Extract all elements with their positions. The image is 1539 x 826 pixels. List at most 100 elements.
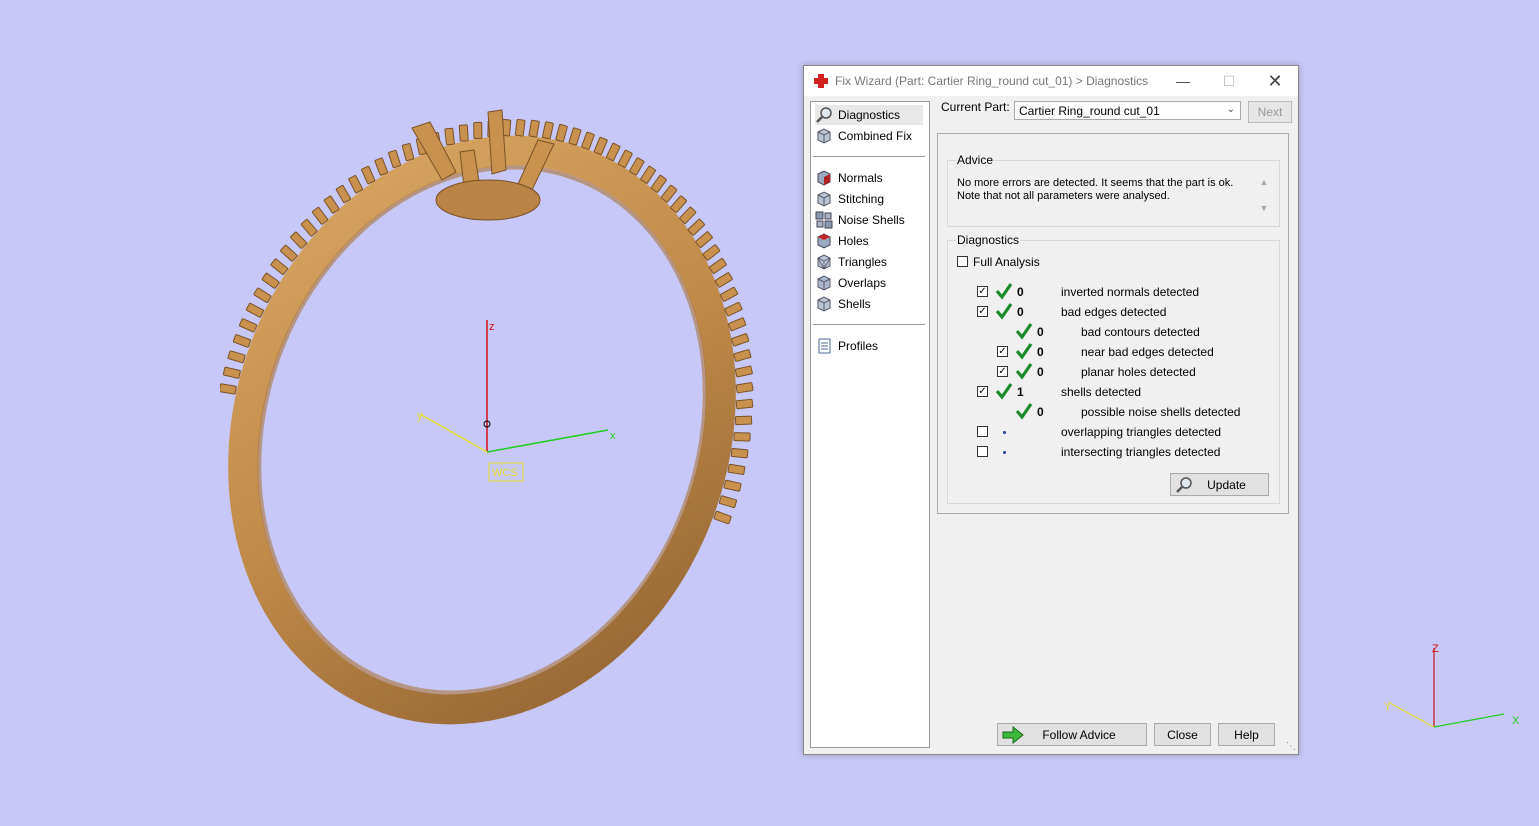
green-check-icon <box>995 283 1013 300</box>
green-check-icon <box>995 303 1013 320</box>
cube-icon <box>817 128 831 144</box>
nav-label: Diagnostics <box>838 108 901 122</box>
close-button[interactable]: Close <box>1154 723 1211 746</box>
ring-tooth <box>695 231 713 248</box>
bad-edges-checkbox[interactable]: ✓ <box>977 306 988 317</box>
nav-item-holes[interactable]: Holes <box>815 231 923 251</box>
title-bar[interactable]: Fix Wizard (Part: Cartier Ring_round cut… <box>804 66 1298 96</box>
ring-tooth <box>728 317 747 332</box>
nav-label: Combined Fix <box>838 129 913 143</box>
ring-tooth <box>679 206 697 224</box>
ring-tooth <box>605 142 621 162</box>
ring-tooth <box>593 136 608 156</box>
ring-tooth <box>528 119 540 138</box>
window-title: Fix Wizard (Part: Cartier Ring_round cut… <box>835 74 1149 88</box>
advice-line: No more errors are detected. It seems th… <box>957 177 1234 189</box>
bad-edges-count: 0 <box>1017 305 1024 319</box>
triangles-cube-icon <box>817 254 831 270</box>
shells-cube-icon <box>817 296 831 312</box>
planar-holes-checkbox[interactable]: ✓ <box>997 366 1008 377</box>
ring-tooth <box>714 272 733 288</box>
inverted-normals-checkbox[interactable]: ✓ <box>977 286 988 297</box>
green-check-icon <box>1015 363 1033 380</box>
ring-tooth <box>290 231 308 249</box>
follow-advice-button[interactable]: Follow Advice <box>997 723 1147 746</box>
ring-tooth <box>734 415 753 426</box>
near-bad-edges-checkbox[interactable]: ✓ <box>997 346 1008 357</box>
nav-item-overlaps[interactable]: Overlaps <box>815 273 923 293</box>
nav-item-combined-fix[interactable]: Combined Fix <box>815 126 923 146</box>
ring-tooth <box>733 349 752 362</box>
maximize-button[interactable]: ☐ <box>1206 66 1252 96</box>
inverted-normals-count: 0 <box>1017 285 1024 299</box>
next-button[interactable]: Next <box>1248 101 1292 123</box>
ring-tooth <box>702 244 721 261</box>
ring-tooth <box>444 127 455 146</box>
nav-item-noise-shells[interactable]: Noise Shells <box>815 210 923 230</box>
ring-tooth <box>280 244 298 262</box>
green-check-icon <box>995 383 1013 400</box>
3d-viewport[interactable]: z x y WCS Z X Y <box>0 0 1539 826</box>
nav-label: Overlaps <box>838 276 887 290</box>
near-bad-edges-count: 0 <box>1037 345 1044 359</box>
ring-tooth <box>220 383 237 395</box>
green-check-icon <box>1015 323 1033 340</box>
current-part-select[interactable]: Cartier Ring_round cut_01 ⌄ <box>1014 101 1241 120</box>
current-part-label: Current Part: <box>941 100 1010 114</box>
pending-dot-icon <box>1003 451 1006 454</box>
overlaps-cube-icon <box>817 275 831 291</box>
update-label: Update <box>1207 477 1246 492</box>
intersecting-triangles-label: intersecting triangles detected <box>1061 445 1221 459</box>
ring-tooth <box>473 121 483 139</box>
close-window-button[interactable]: ✕ <box>1252 66 1298 96</box>
nav-item-diagnostics[interactable]: Diagnostics <box>815 105 923 125</box>
pending-dot-icon <box>1003 431 1006 434</box>
nav-label: Shells <box>838 297 871 311</box>
ring-tooth <box>232 334 252 348</box>
shells-checkbox[interactable]: ✓ <box>977 386 988 397</box>
nav-label: Normals <box>838 171 883 185</box>
overlapping-triangles-checkbox[interactable] <box>977 426 988 437</box>
ring-tooth <box>731 333 750 347</box>
nav-item-shells[interactable]: Shells <box>815 294 923 314</box>
inverted-normals-label: inverted normals detected <box>1061 285 1200 299</box>
ring-tooth <box>541 121 554 140</box>
ring-tooth <box>723 479 742 492</box>
diagnostics-title: Diagnostics <box>956 233 1021 247</box>
nav-label: Profiles <box>838 339 879 353</box>
advice-line: Note that not all parameters were analys… <box>957 190 1170 202</box>
wcs-x-label: x <box>610 430 616 442</box>
nav-item-normals[interactable]: Normals <box>815 168 923 188</box>
ring-tooth <box>335 184 351 204</box>
orientation-axes: Z X Y <box>1384 643 1520 728</box>
update-button[interactable]: Update <box>1170 473 1269 496</box>
bad-edges-label: bad edges detected <box>1061 305 1167 319</box>
ring-tooth <box>724 301 743 317</box>
advice-group: Advice No more errors are detected. It s… <box>947 153 1280 227</box>
diagnostics-group: Diagnostics Full Analysis ✓ 0 inverted n… <box>947 233 1280 504</box>
advice-scrollbar[interactable]: ▲ ▼ <box>1257 175 1271 219</box>
intersecting-triangles-checkbox[interactable] <box>977 446 988 457</box>
ring-tooth <box>361 165 376 185</box>
chevron-down-icon: ⌄ <box>1226 104 1235 115</box>
ring-tooth <box>733 432 751 442</box>
resize-grip-icon[interactable]: ⋱ <box>1286 741 1296 752</box>
ring-tooth <box>261 272 280 289</box>
holes-cube-icon <box>817 233 831 249</box>
full-analysis-checkbox[interactable] <box>957 256 968 267</box>
nav-item-triangles[interactable]: Triangles <box>815 252 923 272</box>
ring-tooth <box>708 258 727 274</box>
ring-tooth <box>245 302 265 318</box>
ring-tooth <box>735 382 754 394</box>
nav-item-profiles[interactable]: Profiles <box>815 336 923 356</box>
ring-tooth <box>374 157 389 176</box>
nav-item-stitching[interactable]: Stitching <box>815 189 923 209</box>
bad-contours-label: bad contours detected <box>1081 325 1200 339</box>
minimize-button[interactable]: — <box>1160 66 1206 96</box>
nav-label: Stitching <box>838 192 885 206</box>
ring-tooth <box>311 206 329 225</box>
ring-tooth <box>323 195 340 214</box>
help-button[interactable]: Help <box>1218 723 1275 746</box>
wizard-nav: Diagnostics Combined Fix Normals Stitchi… <box>810 101 930 748</box>
ring-tooth <box>617 149 633 168</box>
